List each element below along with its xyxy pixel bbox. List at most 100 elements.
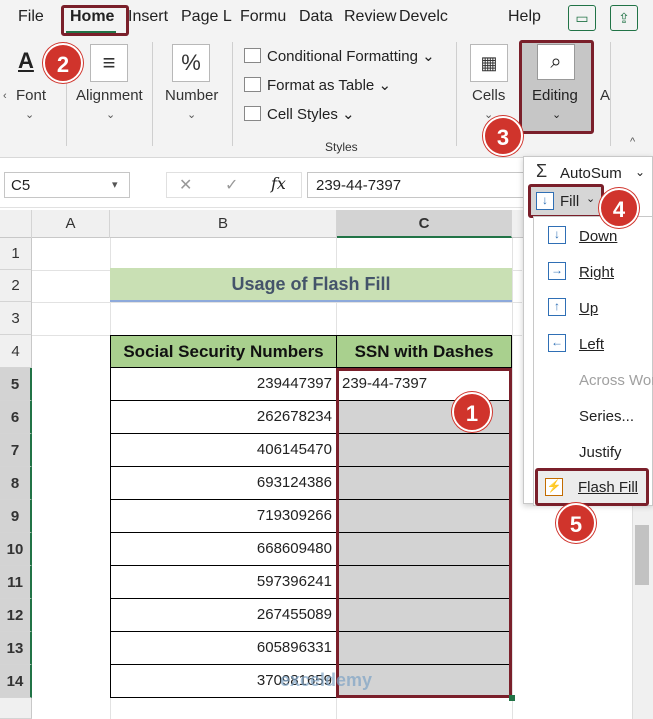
row-header-7[interactable]: 7 — [0, 434, 32, 467]
font-color-icon[interactable]: A — [18, 48, 34, 74]
annotation-fill-box — [528, 184, 604, 218]
step-badge-3: 3 — [483, 116, 523, 156]
autosum-icon: Σ — [536, 161, 548, 181]
cell-b7[interactable]: 406145470 — [110, 434, 337, 467]
font-group-label[interactable]: Font — [16, 87, 46, 104]
row-header-2[interactable]: 2 — [0, 270, 32, 302]
collapse-ribbon-icon[interactable]: ^ — [630, 136, 635, 148]
chevron-down-icon[interactable]: ⌄ — [635, 165, 645, 179]
formula-buttons: ✕ ✓ fx — [166, 172, 302, 198]
chevron-left-icon: ‹ — [3, 90, 7, 102]
cells-icon[interactable]: ▦ — [470, 44, 508, 82]
fill-handle[interactable] — [509, 695, 515, 701]
header-ssn[interactable]: Social Security Numbers — [110, 335, 337, 368]
tab-formulas[interactable]: Formu — [240, 8, 286, 26]
percent-icon[interactable]: % — [172, 44, 210, 82]
fill-across-worksheets-item: Across Wor — [579, 372, 653, 389]
cell-styles-icon — [244, 106, 261, 121]
insert-function-icon[interactable]: fx — [271, 174, 286, 193]
conditional-formatting-button[interactable]: Conditional Formatting ⌄ — [244, 47, 435, 65]
arrow-right-icon: → — [548, 262, 566, 280]
arrow-left-icon: ← — [548, 334, 566, 352]
tab-developer[interactable]: Develc — [399, 8, 448, 26]
tab-page-layout[interactable]: Page L — [181, 8, 232, 26]
chevron-down-icon: ⌄ — [25, 109, 35, 121]
row-header-12[interactable]: 12 — [0, 599, 32, 632]
styles-group-label: Styles — [325, 140, 358, 154]
chevron-down-icon: ⌄ — [106, 109, 116, 121]
number-group-label[interactable]: Number — [165, 87, 218, 104]
column-header-c[interactable]: C — [337, 210, 512, 238]
fill-right-item[interactable]: Right — [579, 264, 614, 281]
annotation-editing-box — [519, 40, 594, 134]
tab-file[interactable]: File — [18, 8, 44, 26]
cell-b12[interactable]: 267455089 — [110, 599, 337, 632]
chevron-down-icon: ⌄ — [187, 109, 197, 121]
separator — [232, 42, 233, 146]
row-header-1[interactable]: 1 — [0, 238, 32, 270]
gridline — [512, 238, 513, 719]
row-header-6[interactable]: 6 — [0, 401, 32, 434]
fill-up-item[interactable]: Up — [579, 300, 598, 317]
annotation-home-box — [61, 5, 129, 36]
cell-b5[interactable]: 239447397 — [110, 368, 337, 401]
watermark-logo: exceldemy — [280, 670, 373, 690]
row-header-10[interactable]: 10 — [0, 533, 32, 566]
fill-left-item[interactable]: Left — [579, 336, 604, 353]
step-badge-5: 5 — [556, 503, 596, 543]
cell-b8[interactable]: 693124386 — [110, 467, 337, 500]
cells-group-label[interactable]: Cells — [472, 87, 505, 104]
tab-insert[interactable]: Insert — [128, 8, 168, 26]
share-icon[interactable]: ⇪ — [610, 5, 638, 31]
arrow-down-icon: ↓ — [548, 226, 566, 244]
step-badge-1: 1 — [452, 392, 492, 432]
chevron-down-icon[interactable]: ▾ — [112, 178, 118, 191]
truncated-group-label: A — [600, 87, 611, 104]
cancel-icon[interactable]: ✕ — [179, 175, 192, 195]
row-header-5[interactable]: 5 — [0, 368, 32, 401]
cell-b6[interactable]: 262678234 — [110, 401, 337, 434]
tab-help[interactable]: Help — [508, 8, 541, 26]
sheet-title[interactable]: Usage of Flash Fill — [110, 268, 512, 302]
cell-b13[interactable]: 605896331 — [110, 632, 337, 665]
cell-styles-button[interactable]: Cell Styles ⌄ — [244, 105, 355, 123]
column-header-a[interactable]: A — [32, 210, 110, 238]
step-badge-2: 2 — [43, 43, 83, 83]
row-header-15[interactable] — [0, 698, 32, 719]
separator — [610, 42, 611, 146]
comments-icon[interactable]: ▭ — [568, 5, 596, 31]
ribbon: A Font ⌄ ‹ ≡ Alignment ⌄ % Number ⌄ Cond… — [0, 38, 653, 158]
row-header-4[interactable]: 4 — [0, 335, 32, 368]
annotation-flash-fill-box — [535, 468, 649, 506]
row-header-8[interactable]: 8 — [0, 467, 32, 500]
separator — [456, 42, 457, 146]
column-header-b[interactable]: B — [110, 210, 337, 238]
gridline — [32, 302, 522, 303]
cell-b10[interactable]: 668609480 — [110, 533, 337, 566]
select-all-corner[interactable] — [0, 210, 32, 238]
fill-down-item[interactable]: Down — [579, 228, 617, 245]
separator — [152, 42, 153, 146]
header-ssn-dashes[interactable]: SSN with Dashes — [336, 335, 512, 368]
row-header-14[interactable]: 14 — [0, 665, 32, 698]
arrow-up-icon: ↑ — [548, 298, 566, 316]
table-icon — [244, 77, 261, 92]
row-header-11[interactable]: 11 — [0, 566, 32, 599]
fill-series-item[interactable]: Series... — [579, 408, 634, 425]
row-header-3[interactable]: 3 — [0, 302, 32, 335]
align-icon[interactable]: ≡ — [90, 44, 128, 82]
tab-data[interactable]: Data — [299, 8, 333, 26]
format-as-table-button[interactable]: Format as Table ⌄ — [244, 76, 391, 94]
step-badge-4: 4 — [599, 188, 639, 228]
tab-review[interactable]: Review — [344, 8, 396, 26]
enter-icon[interactable]: ✓ — [225, 175, 238, 195]
conditional-formatting-icon — [244, 48, 261, 63]
cell-b9[interactable]: 719309266 — [110, 500, 337, 533]
scrollbar-thumb[interactable] — [635, 525, 649, 585]
row-header-13[interactable]: 13 — [0, 632, 32, 665]
fill-justify-item[interactable]: Justify — [579, 444, 622, 461]
cell-b11[interactable]: 597396241 — [110, 566, 337, 599]
autosum-item[interactable]: AutoSum — [560, 165, 622, 182]
alignment-group-label[interactable]: Alignment — [76, 87, 143, 104]
row-header-9[interactable]: 9 — [0, 500, 32, 533]
